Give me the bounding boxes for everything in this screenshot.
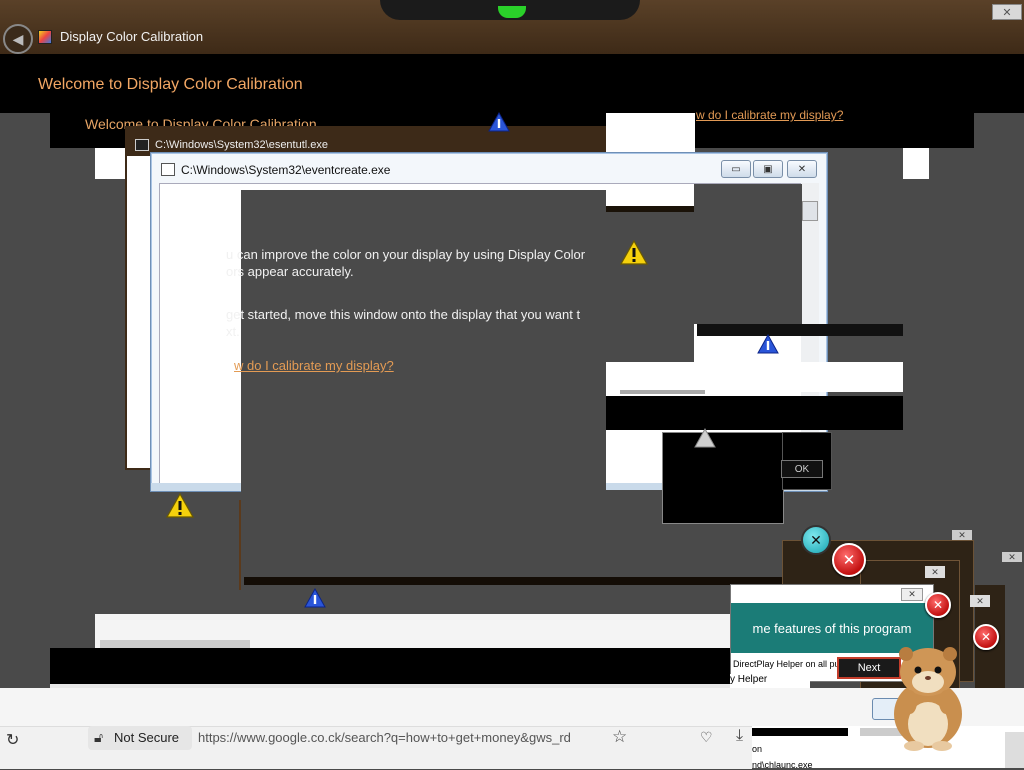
warning-icon — [620, 240, 648, 265]
hamster-mascot-icon — [894, 647, 962, 751]
close-button[interactable]: ✕ — [1002, 552, 1022, 562]
tiny-button[interactable]: OK — [781, 460, 823, 478]
window-border — [239, 500, 241, 590]
download-icon[interactable]: ⤓ — [736, 727, 743, 745]
maximize-button[interactable]: ▣ — [753, 160, 783, 178]
ghost-calibrate-link[interactable]: w do I calibrate my display? — [696, 108, 843, 122]
back-arrow-icon[interactable]: ◀ — [3, 24, 33, 54]
close-button[interactable]: ✕ — [925, 566, 945, 578]
minimize-button[interactable]: ▭ — [721, 160, 751, 178]
error-icon: ✕ — [832, 543, 866, 577]
close-button[interactable]: ✕ — [787, 160, 817, 178]
info-icon — [694, 428, 716, 448]
download-item[interactable]: on — [752, 744, 762, 754]
window-title: Display Color Calibration — [60, 29, 204, 44]
white-artifact — [903, 148, 929, 179]
warning-icon — [166, 493, 194, 518]
install-body-text: DirectPlay Helper on all pu — [733, 659, 840, 669]
error-icon: ✕ — [925, 592, 951, 618]
page-heading: Welcome to Display Color Calibration — [38, 76, 303, 93]
intro-line-2: ors appear accurately. — [226, 264, 354, 279]
reload-icon[interactable]: ↻ — [6, 730, 19, 750]
display-app-icon — [38, 30, 52, 44]
pocket-icon[interactable]: ♡ — [700, 729, 713, 746]
black-window — [662, 432, 784, 524]
helper-label: y Helper — [730, 674, 810, 688]
close-button[interactable]: ✕ — [992, 4, 1022, 20]
calibration-panel-ext — [606, 212, 694, 362]
console-icon — [135, 139, 149, 151]
calibrate-help-link[interactable]: w do I calibrate my display? — [234, 358, 394, 373]
esentutl-title: C:\Windows\System32\esentutl.exe — [155, 139, 329, 151]
black-band — [50, 648, 730, 684]
install-banner-text: me features of this program — [752, 620, 912, 636]
intro-line-1: u can improve the color on your display … — [226, 247, 586, 262]
scrollbar-thumb[interactable] — [802, 201, 818, 221]
instruction-line-2: xt. — [226, 324, 240, 339]
white-artifact — [606, 113, 695, 153]
gray-bar — [100, 640, 250, 648]
close-button[interactable]: ✕ — [952, 530, 972, 540]
info-icon — [757, 334, 779, 354]
info-icon — [304, 588, 326, 608]
close-button[interactable]: ✕ — [970, 595, 990, 607]
error-icon: ✕ — [801, 525, 831, 555]
info-icon — [488, 112, 510, 132]
instruction-paragraph: get started, move this window onto the d… — [226, 306, 604, 340]
panel-fragment — [694, 184, 802, 324]
black-bar — [606, 396, 903, 430]
eventcreate-title: C:\Windows\System32\eventcreate.exe — [181, 163, 391, 177]
white-artifact — [95, 148, 125, 179]
close-button[interactable]: ✕ — [901, 588, 923, 601]
black-bar — [752, 728, 848, 736]
lock-icon[interactable]: 🔓︎ — [94, 729, 103, 746]
url-field[interactable]: https://www.google.co.ck/search?q=how+to… — [198, 730, 604, 745]
download-item[interactable]: nd\chlaunc.exe — [752, 760, 813, 770]
gray-line — [620, 390, 705, 394]
not-secure-label[interactable]: Not Secure — [114, 730, 179, 745]
black-bar — [697, 324, 903, 336]
star-icon[interactable]: ☆ — [612, 727, 627, 747]
intro-paragraph: u can improve the color on your display … — [226, 246, 604, 280]
white-bar — [606, 362, 903, 392]
instruction-line-1: get started, move this window onto the d… — [226, 307, 581, 322]
corner-artifact — [1005, 732, 1024, 768]
dark-strip — [244, 577, 784, 585]
console-icon — [161, 163, 175, 176]
